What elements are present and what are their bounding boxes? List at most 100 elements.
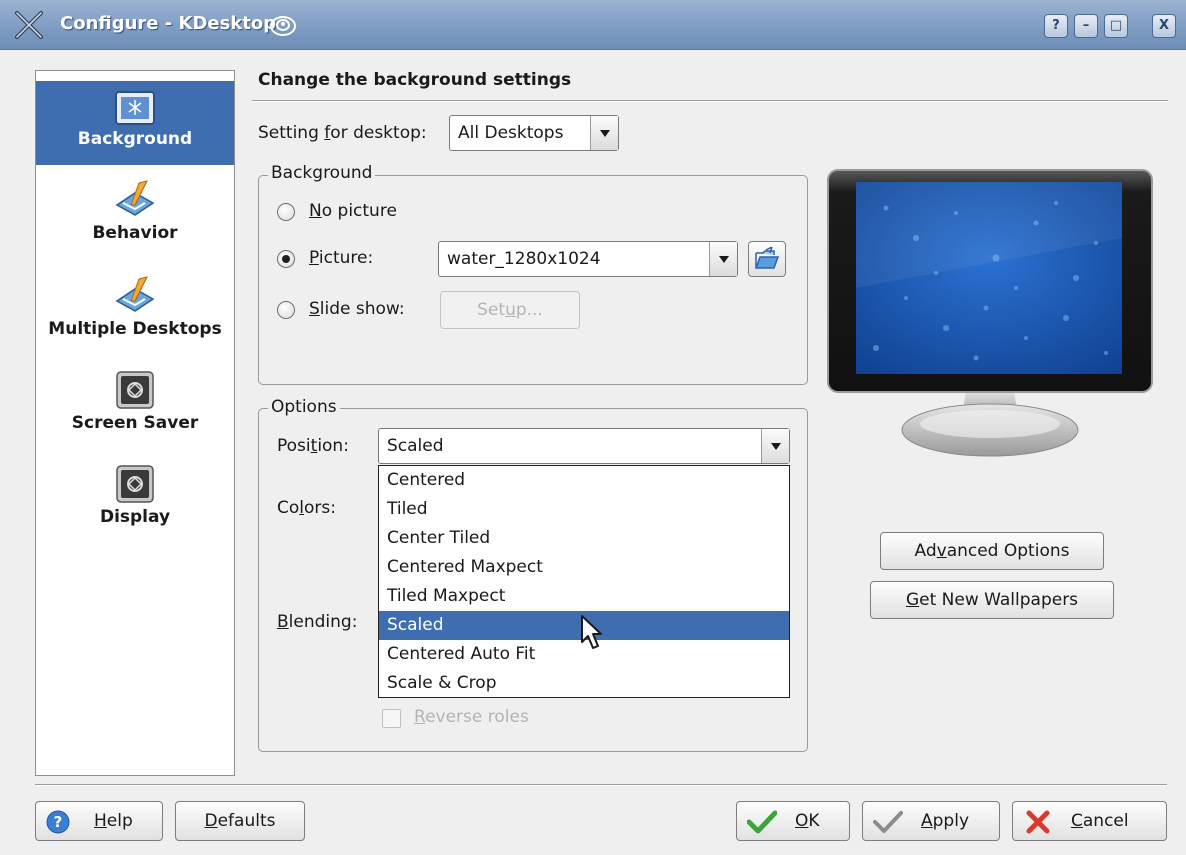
sidebar-item-label: Multiple Desktops (48, 319, 222, 339)
accelerator: N (309, 201, 322, 221)
apply-button[interactable]: Apply (862, 801, 1000, 841)
accelerator: v (936, 541, 947, 561)
label-text: p... (515, 300, 543, 320)
label-text: icture: (318, 248, 374, 268)
accelerator: S (309, 299, 320, 319)
background-icon (115, 91, 155, 125)
checkmark-icon (747, 810, 777, 834)
label-text: Co (277, 498, 300, 518)
title-bar[interactable]: Configure - KDesktop ? – □ X (0, 0, 1186, 50)
label-text: lending: (288, 612, 358, 632)
picture-select-value: water_1280x1024 (447, 249, 601, 269)
accelerator: C (1071, 811, 1083, 831)
no-picture-label[interactable]: No picture (309, 201, 397, 221)
help-window-button[interactable]: ? (1044, 14, 1068, 38)
sidebar-item-label: Background (77, 129, 193, 149)
accelerator: G (905, 590, 920, 610)
label-text: lide show: (319, 299, 405, 319)
list-item[interactable]: Center Tiled (379, 524, 789, 553)
behavior-icon (115, 180, 155, 216)
divider (252, 100, 1168, 102)
open-folder-icon (755, 245, 780, 269)
browse-button[interactable] (748, 241, 786, 277)
position-dropdown-list: Centered Tiled Center Tiled Centered Max… (378, 465, 790, 698)
swirl-icon (270, 16, 296, 36)
accelerator: P (309, 248, 319, 268)
svg-text:?: ? (54, 813, 63, 831)
slide-show-label[interactable]: Slide show: (309, 299, 405, 319)
minimize-button[interactable]: – (1074, 14, 1098, 38)
accelerator: R (414, 707, 426, 727)
options-group-title: Options (268, 397, 340, 417)
mouse-cursor-icon (581, 615, 602, 649)
label-text: Setting (258, 123, 325, 143)
help-icon: ? (46, 810, 70, 834)
label-text: efaults (217, 811, 276, 831)
sidebar-item-label: Behavior (92, 223, 178, 243)
accelerator: H (94, 811, 107, 831)
label-text: ion: (317, 436, 349, 456)
cancel-button[interactable]: Cancel (1012, 801, 1167, 841)
sidebar-item-background[interactable]: Background (36, 81, 234, 165)
accelerator: D (204, 811, 218, 831)
colors-label: Colors: (277, 498, 336, 518)
position-select[interactable]: Scaled (378, 428, 790, 464)
list-item[interactable]: Scale & Crop (379, 669, 789, 698)
picture-select[interactable]: water_1280x1024 (438, 241, 738, 277)
multiple-desktops-icon (115, 276, 155, 312)
accelerator: O (795, 811, 809, 831)
position-label: Position: (277, 436, 349, 456)
list-item[interactable]: Centered (379, 466, 789, 495)
apply-checkmark-icon (873, 811, 903, 833)
maximize-button[interactable]: □ (1104, 14, 1128, 38)
close-button[interactable]: X (1152, 14, 1176, 38)
blending-label: Blending: (277, 612, 357, 632)
divider (35, 784, 1167, 786)
label-text: anced Options (946, 541, 1070, 561)
get-new-wallpapers-button[interactable]: Get New Wallpapers (870, 581, 1114, 619)
setup-button[interactable]: Setup... (440, 291, 580, 329)
chevron-down-icon[interactable] (761, 429, 789, 463)
label-text: Ad (914, 541, 937, 561)
list-item[interactable]: Tiled Maxpect (379, 582, 789, 611)
defaults-button[interactable]: Defaults (175, 801, 305, 841)
display-icon (116, 465, 154, 503)
desktop-preview-monitor (827, 169, 1153, 457)
desktop-setting-label: Setting for desktop: (258, 123, 427, 143)
page-title: Change the background settings (258, 70, 572, 90)
reverse-roles-checkbox[interactable] (382, 709, 401, 728)
picture-label[interactable]: Picture: (309, 248, 373, 268)
label-text: or desktop: (330, 123, 427, 143)
sidebar-item-behavior[interactable]: Behavior (36, 179, 234, 259)
kde-app-icon (15, 11, 43, 39)
sidebar: Background Behavior Multiple Desktops Sc… (35, 70, 235, 776)
no-picture-radio[interactable] (277, 203, 295, 221)
label-text: everse roles (425, 707, 529, 727)
list-item[interactable]: Centered Maxpect (379, 553, 789, 582)
chevron-down-icon[interactable] (590, 116, 618, 150)
help-button[interactable]: ? Help (35, 801, 163, 841)
sidebar-item-multiple-desktops[interactable]: Multiple Desktops (36, 275, 234, 355)
desktop-select[interactable]: All Desktops (449, 115, 619, 151)
accelerator: B (277, 612, 289, 632)
ok-button[interactable]: OK (736, 801, 850, 841)
label-text: Set (477, 300, 506, 320)
reverse-roles-label[interactable]: Reverse roles (414, 707, 529, 727)
label-text: o picture (321, 201, 397, 221)
label-text: K (808, 811, 820, 831)
slide-show-radio[interactable] (277, 301, 295, 319)
close-x-icon (1026, 810, 1050, 834)
picture-radio[interactable] (277, 250, 295, 268)
advanced-options-button[interactable]: Advanced Options (880, 532, 1104, 570)
label-text: Posi (277, 436, 311, 456)
sidebar-item-screen-saver[interactable]: Screen Saver (36, 371, 234, 451)
accelerator: A (921, 811, 933, 831)
background-group-title: Background (268, 163, 376, 183)
position-select-value: Scaled (387, 436, 444, 456)
sidebar-item-display[interactable]: Display (36, 465, 234, 545)
chevron-down-icon[interactable] (709, 242, 737, 276)
window-title: Configure - KDesktop (60, 13, 277, 34)
list-item[interactable]: Tiled (379, 495, 789, 524)
accelerator: u (505, 300, 516, 320)
label-text: pply (932, 811, 970, 831)
